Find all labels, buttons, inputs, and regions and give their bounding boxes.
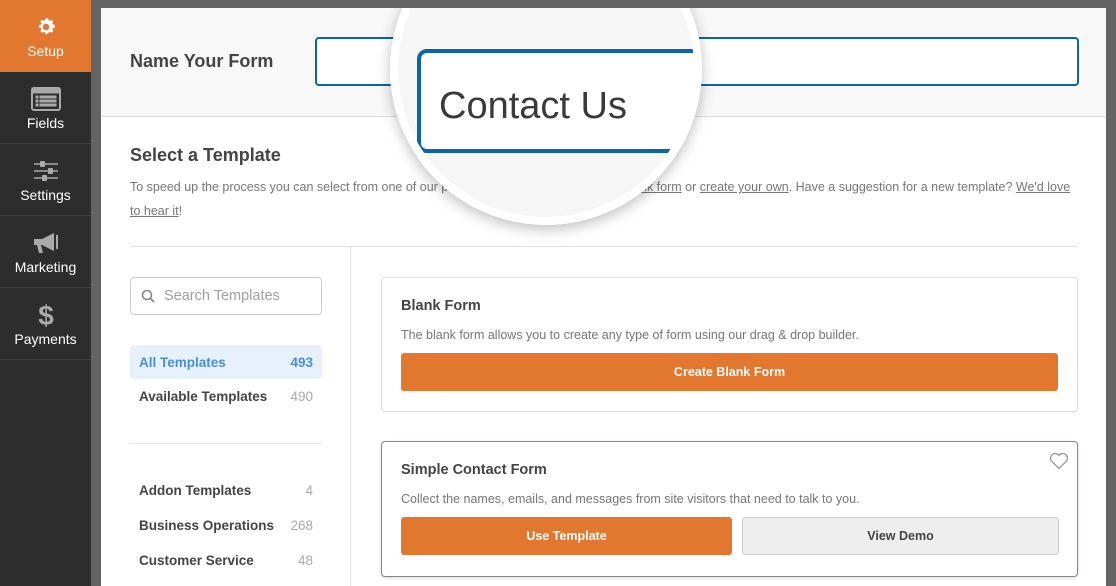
use-template-button[interactable]: Use Template (401, 517, 732, 555)
template-search[interactable] (130, 277, 322, 315)
sidebar-item-label: Setup (27, 43, 64, 59)
filter-label: Available Templates (139, 388, 268, 404)
magnified-form-name-value: Contact Us (439, 85, 627, 127)
dollar-icon: $ (37, 301, 55, 329)
heart-icon[interactable] (1049, 452, 1069, 475)
desc-text: or (681, 180, 700, 194)
sidebar-item-setup[interactable]: Setup (0, 0, 91, 72)
template-card-simple-contact-form[interactable]: Simple Contact Form Collect the names, e… (381, 441, 1078, 577)
sidebar-item-payments[interactable]: $ Payments (0, 288, 91, 360)
desc-text: . Have a suggestion for a new template? (788, 180, 1016, 194)
view-demo-button[interactable]: View Demo (742, 517, 1059, 555)
form-name-label: Name Your Form (130, 51, 274, 71)
builder-sidebar: Setup Fields Settings Marketing $ Paymen… (0, 0, 91, 586)
filter-all-templates[interactable]: All Templates 493 (130, 345, 322, 379)
filter-count: 490 (290, 388, 313, 404)
sidebar-item-label: Marketing (14, 258, 77, 275)
sidebar-item-settings[interactable]: Settings (0, 144, 91, 216)
category-customer-service[interactable]: Customer Service 48 (130, 543, 322, 577)
desc-text: ! (178, 204, 183, 218)
setup-panel: Name Your Form Select a Template To spee… (101, 8, 1106, 586)
divider (130, 443, 322, 444)
divider (130, 246, 1078, 247)
search-templates-input[interactable] (164, 288, 314, 304)
megaphone-icon (32, 229, 60, 257)
create-blank-form-button[interactable]: Create Blank Form (401, 353, 1058, 391)
category-label: Addon Templates (139, 482, 252, 498)
card-description: The blank form allows you to create any … (401, 328, 859, 342)
sidebar-item-label: Fields (26, 114, 65, 131)
template-card-blank-form: Blank Form The blank form allows you to … (381, 277, 1078, 412)
sidebar-item-label: Payments (14, 330, 77, 347)
category-label: Customer Service (139, 552, 254, 568)
category-addon-templates[interactable]: Addon Templates 4 (130, 473, 322, 507)
category-business-operations[interactable]: Business Operations 268 (130, 508, 322, 542)
category-count: 48 (297, 552, 313, 568)
sidebar-item-marketing[interactable]: Marketing (0, 216, 91, 288)
card-description: Collect the names, emails, and messages … (401, 492, 860, 506)
fields-list-icon (30, 85, 61, 113)
card-title: Simple Contact Form (401, 462, 547, 478)
sidebar-item-label: Settings (20, 186, 71, 203)
divider (350, 247, 351, 586)
category-count: 268 (290, 517, 313, 533)
filter-available-templates[interactable]: Available Templates 490 (130, 379, 322, 413)
category-count: 4 (305, 482, 313, 498)
create-your-own-link[interactable]: create your own (700, 180, 789, 194)
panel-frame (91, 0, 101, 586)
category-label: Business Operations (139, 517, 275, 533)
card-title: Blank Form (401, 298, 481, 314)
search-icon (141, 289, 155, 303)
filter-count: 493 (290, 354, 313, 370)
sliders-icon (33, 157, 59, 185)
filter-label: All Templates (139, 354, 226, 370)
select-template-title: Select a Template (130, 145, 281, 165)
sidebar-item-fields[interactable]: Fields (0, 72, 91, 144)
gear-icon (35, 13, 57, 41)
svg-text:$: $ (38, 301, 54, 329)
